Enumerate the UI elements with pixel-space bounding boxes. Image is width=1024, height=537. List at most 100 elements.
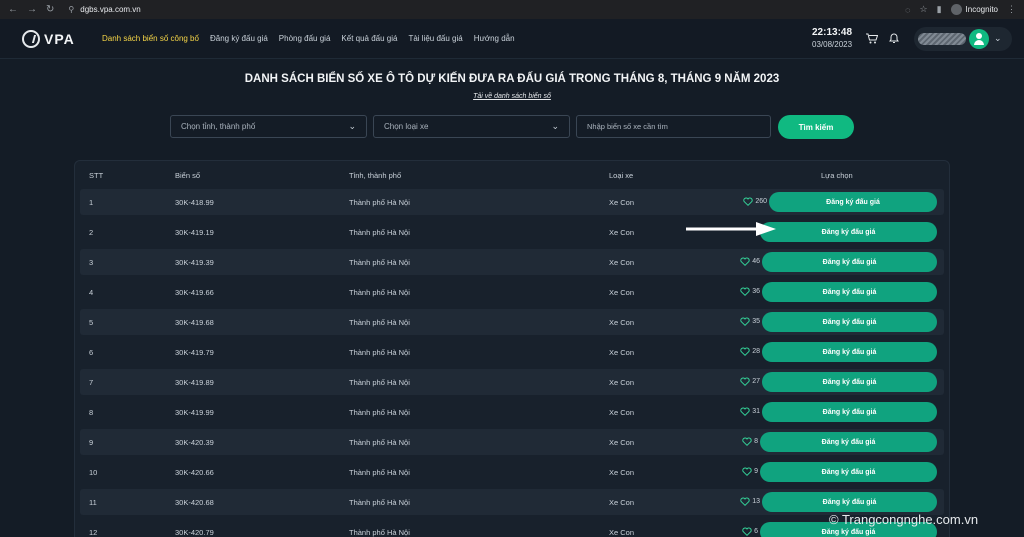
menu-item[interactable]: Tài liệu đấu giá — [408, 34, 462, 43]
heart-icon[interactable] — [740, 347, 750, 356]
forward-icon[interactable]: → — [27, 4, 37, 15]
heart-icon[interactable] — [740, 287, 750, 296]
heart-icon[interactable] — [742, 467, 752, 476]
menu-item[interactable]: Danh sách biển số công bố — [102, 34, 199, 43]
row-vehicle-type: Xe Con — [609, 438, 635, 447]
row-stt: 5 — [89, 318, 94, 327]
table-row: 8 30K-419.99 Thành phố Hà Nội Xe Con 31 Đăng … — [80, 399, 944, 425]
row-vehicle-type: Xe Con — [609, 378, 635, 387]
row-like-count: 8 — [754, 438, 758, 445]
row-province: Thành phố Hà Nội — [349, 408, 410, 417]
table-header: STT Biển số Tỉnh, thành phố Loại xe Lựa … — [75, 161, 949, 188]
register-auction-button[interactable]: Đăng ký đấu giá — [762, 282, 937, 302]
register-auction-button[interactable]: Đăng ký đấu giá — [762, 402, 937, 422]
menu-item[interactable]: Hướng dẫn — [474, 34, 515, 43]
row-vehicle-type: Xe Con — [609, 228, 635, 237]
row-plate: 30K-419.19 — [175, 228, 214, 237]
menu-item[interactable]: Kết quả đấu giá — [341, 34, 397, 43]
more-menu-icon[interactable]: ⋮ — [1007, 4, 1016, 15]
row-province: Thành phố Hà Nội — [349, 498, 410, 507]
register-auction-button[interactable]: Đăng ký đấu giá — [769, 192, 937, 212]
table-row: 1 30K-418.99 Thành phố Hà Nội Xe Con 260 Đăng… — [80, 189, 944, 215]
row-stt: 3 — [89, 258, 94, 267]
row-likes: 6 — [742, 527, 758, 536]
row-vehicle-type: Xe Con — [609, 198, 635, 207]
register-auction-button[interactable]: Đăng ký đấu giá — [762, 312, 937, 332]
row-like-count: 260 — [755, 198, 767, 205]
row-province: Thành phố Hà Nội — [349, 528, 410, 537]
row-plate: 30K-419.68 — [175, 318, 214, 327]
plates-table: STT Biển số Tỉnh, thành phố Loại xe Lựa … — [74, 160, 950, 537]
register-auction-button[interactable]: Đăng ký đấu giá — [760, 222, 937, 242]
chevron-down-icon: ⌄ — [994, 33, 1002, 43]
heart-icon[interactable] — [740, 497, 750, 506]
back-icon[interactable]: ← — [8, 4, 18, 15]
row-vehicle-type: Xe Con — [609, 258, 635, 267]
watermark: © Trangcongnghe.com.vn — [829, 512, 979, 527]
register-auction-button[interactable]: Đăng ký đấu giá — [762, 252, 937, 272]
province-select-label: Chọn tỉnh, thành phố — [181, 122, 256, 131]
browser-actions: ◌ ☆ ▮ Incognito ⋮ — [905, 0, 1016, 19]
table-row: 6 30K-419.79 Thành phố Hà Nội Xe Con 28 Đăng … — [80, 339, 944, 365]
site-info-icon[interactable]: ⚲ — [68, 5, 74, 14]
reload-icon[interactable]: ↻ — [46, 4, 54, 15]
heart-icon[interactable] — [742, 527, 752, 536]
incognito-badge[interactable]: Incognito — [950, 4, 998, 15]
user-menu[interactable]: ⌄ — [914, 27, 1012, 51]
row-stt: 11 — [89, 498, 97, 507]
heart-icon[interactable] — [743, 197, 753, 206]
table-row: 9 30K-420.39 Thành phố Hà Nội Xe Con 8 Đăng k… — [80, 429, 944, 455]
row-province: Thành phố Hà Nội — [349, 468, 410, 477]
vehicle-type-select[interactable]: Chọn loại xe ⌄ — [373, 115, 570, 138]
row-stt: 8 — [89, 408, 94, 417]
row-plate: 30K-420.66 — [175, 468, 214, 477]
chevron-down-icon: ⌄ — [348, 121, 356, 131]
row-province: Thành phố Hà Nội — [349, 348, 410, 357]
row-vehicle-type: Xe Con — [609, 348, 635, 357]
table-row: 5 30K-419.68 Thành phố Hà Nội Xe Con 35 Đăng … — [80, 309, 944, 335]
heart-icon[interactable] — [740, 407, 750, 416]
avatar — [969, 29, 989, 49]
row-likes: 36 — [740, 287, 760, 296]
download-list-link[interactable]: Tải về danh sách biển số — [0, 93, 1024, 100]
eye-off-icon[interactable]: ◌ — [905, 5, 910, 15]
row-vehicle-type: Xe Con — [609, 468, 635, 477]
clock: 22:13:48 03/08/2023 — [812, 27, 852, 49]
row-stt: 7 — [89, 378, 94, 387]
star-icon[interactable]: ☆ — [920, 4, 928, 15]
heart-icon[interactable] — [740, 377, 750, 386]
row-vehicle-type: Xe Con — [609, 528, 635, 537]
arrow-annotation-icon — [686, 222, 776, 236]
row-likes: 46 — [740, 257, 760, 266]
register-auction-button[interactable]: Đăng ký đấu giá — [760, 432, 937, 452]
clock-time: 22:13:48 — [812, 27, 853, 38]
cart-icon[interactable] — [866, 33, 878, 44]
register-auction-button[interactable]: Đăng ký đấu giá — [762, 372, 937, 392]
bell-icon[interactable] — [888, 32, 900, 44]
row-like-count: 36 — [752, 288, 760, 295]
menu-item[interactable]: Đăng ký đấu giá — [210, 34, 268, 43]
heart-icon[interactable] — [740, 257, 750, 266]
search-button[interactable]: Tìm kiếm — [778, 115, 854, 139]
register-auction-button[interactable]: Đăng ký đấu giá — [762, 342, 937, 362]
username-redacted — [918, 33, 966, 45]
header-plate: Biển số — [175, 171, 201, 180]
row-like-count: 28 — [752, 348, 760, 355]
row-stt: 1 — [89, 198, 94, 207]
province-select[interactable]: Chọn tỉnh, thành phố ⌄ — [170, 115, 367, 138]
heart-icon[interactable] — [742, 437, 752, 446]
row-likes: 35 — [740, 317, 760, 326]
row-like-count: 9 — [754, 468, 758, 475]
row-stt: 9 — [89, 438, 94, 447]
row-likes: 9 — [742, 467, 758, 476]
heart-icon[interactable] — [740, 317, 750, 326]
register-auction-button[interactable]: Đăng ký đấu giá — [760, 462, 937, 482]
row-like-count: 27 — [752, 378, 760, 385]
register-auction-button[interactable]: Đăng ký đấu giá — [762, 492, 937, 512]
address-bar[interactable]: dgbs.vpa.com.vn — [80, 5, 140, 14]
menu-item[interactable]: Phòng đấu giá — [279, 34, 331, 43]
vpa-logo[interactable]: VPA — [22, 30, 75, 48]
plate-search-input[interactable] — [576, 115, 771, 138]
incognito-label: Incognito — [965, 5, 998, 14]
sidebar-icon[interactable]: ▮ — [937, 4, 942, 15]
